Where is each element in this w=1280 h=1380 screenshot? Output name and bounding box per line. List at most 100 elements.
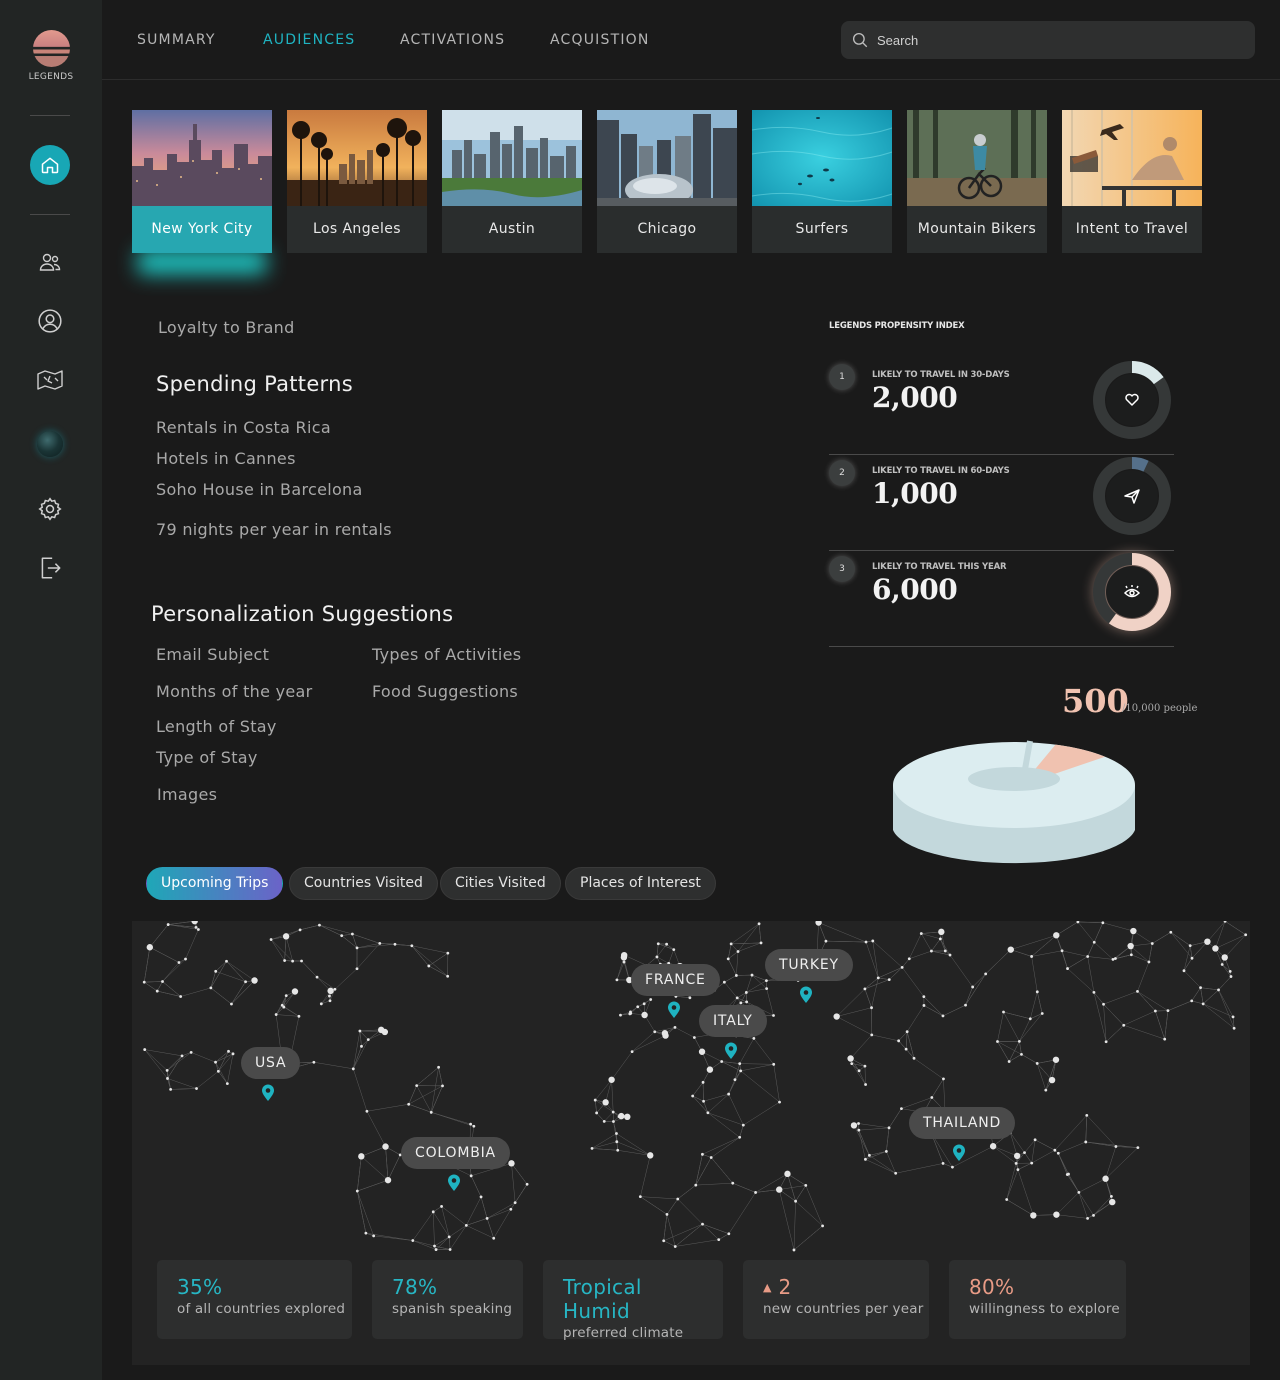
audience-card-surfers[interactable]: Surfers: [752, 110, 892, 253]
settings-icon: [38, 497, 62, 521]
audience-card-los-angeles[interactable]: Los Angeles: [287, 110, 427, 253]
propensity-value: 2,000: [872, 381, 958, 414]
propensity-ring: [1093, 361, 1171, 439]
location-pin-icon[interactable]: [799, 986, 813, 1004]
audience-card-intent-to-travel[interactable]: Intent to Travel: [1062, 110, 1202, 253]
location-pin-icon[interactable]: [724, 1042, 738, 1060]
propensity-label: LIKELY TO TRAVEL IN 30-DAYS: [872, 370, 1010, 380]
propensity-row: 3 LIKELY TO TRAVEL THIS YEAR 6,000: [829, 552, 1174, 647]
tab-activations[interactable]: ACTIVATIONS: [400, 32, 505, 48]
country-label-usa[interactable]: USA: [241, 1047, 301, 1079]
propensity-value: 6,000: [872, 573, 958, 606]
eye-icon: [1123, 585, 1141, 598]
los-angeles-image: [287, 110, 427, 206]
globe-icon: [37, 431, 63, 457]
new-york-image: [132, 110, 272, 206]
nav-audiences-button[interactable]: [33, 245, 67, 279]
loyalty-label: Loyalty to Brand: [158, 318, 295, 337]
nav-settings-button[interactable]: [33, 492, 67, 526]
spending-item: Soho House in Barcelona: [156, 480, 363, 499]
country-label-france[interactable]: FRANCE: [631, 964, 720, 996]
surfers-image: [752, 110, 892, 206]
audience-size-value: 500: [1062, 682, 1129, 720]
nav-home-button[interactable]: [30, 145, 70, 185]
country-label-italy[interactable]: ITALY: [699, 1005, 767, 1037]
personalization-item: Email Subject: [156, 645, 270, 664]
tab-places-of-interest[interactable]: Places of Interest: [565, 867, 716, 900]
trend-up-icon: ▲: [763, 1281, 772, 1294]
location-pin-icon[interactable]: [952, 1144, 966, 1162]
tab-summary[interactable]: SUMMARY: [137, 32, 216, 48]
tab-audiences[interactable]: AUDIENCES: [263, 32, 355, 48]
stat-description: spanish speaking: [392, 1301, 513, 1317]
nights-in-rentals: 79 nights per year in rentals: [156, 520, 392, 539]
nav-logout-button[interactable]: [33, 551, 67, 585]
spending-item: Rentals in Costa Rica: [156, 418, 331, 437]
austin-image: [442, 110, 582, 206]
rank-badge: 2: [829, 460, 855, 486]
personalization-item: Types of Activities: [372, 645, 522, 664]
stat-card: Tropical Humid preferred climate: [543, 1260, 723, 1341]
sidebar-divider: [30, 115, 70, 116]
personalization-heading: Personalization Suggestions: [151, 602, 454, 626]
tab-upcoming-trips[interactable]: Upcoming Trips: [146, 867, 284, 900]
stat-value: 2: [778, 1275, 792, 1299]
search-box: [841, 21, 1255, 59]
personalization-item: Months of the year: [156, 682, 313, 701]
tab-countries-visited[interactable]: Countries Visited: [289, 867, 438, 900]
propensity-ring: [1093, 457, 1171, 535]
nav-globe-button[interactable]: [33, 427, 67, 461]
brand-name: LEGENDS: [28, 72, 74, 82]
audience-label: Intent to Travel: [1075, 221, 1189, 237]
search-input[interactable]: [877, 32, 1237, 48]
stat-card: ▲ 2 new countries per year: [743, 1260, 929, 1339]
personalization-item: Food Suggestions: [372, 682, 519, 701]
propensity-value: 1,000: [872, 477, 958, 510]
stat-value: 78%: [392, 1275, 438, 1299]
location-pin-icon[interactable]: [261, 1084, 275, 1102]
personalization-item: Length of Stay: [156, 717, 277, 736]
rank-badge: 3: [829, 556, 855, 582]
chicago-image: [597, 110, 737, 206]
map-icon: [37, 370, 63, 390]
tab-acquisition[interactable]: ACQUISTION: [550, 32, 650, 48]
propensity-ring: [1093, 553, 1171, 631]
location-pin-icon[interactable]: [447, 1174, 461, 1192]
stat-card: 35% of all countries explored: [157, 1260, 352, 1339]
stat-value: 80%: [969, 1275, 1015, 1299]
mountain-bikers-image: [907, 110, 1047, 206]
country-label-colombia[interactable]: COLOMBIA: [401, 1137, 510, 1169]
legends-logo[interactable]: [33, 30, 70, 67]
propensity-label: LIKELY TO TRAVEL THIS YEAR: [872, 562, 1007, 572]
logout-icon: [41, 557, 61, 579]
stat-description: of all countries explored: [177, 1301, 346, 1317]
stat-description: new countries per year: [763, 1301, 924, 1317]
personalization-item: Type of Stay: [156, 748, 258, 767]
audience-card-austin[interactable]: Austin: [442, 110, 582, 253]
stat-description: preferred climate: [563, 1325, 684, 1341]
top-navigation: SUMMARY AUDIENCES ACTIVATIONS ACQUISTION: [102, 0, 1280, 80]
nav-profile-button[interactable]: [33, 304, 67, 338]
sidebar: LEGENDS: [0, 0, 102, 1380]
audience-label: New York City: [132, 206, 272, 253]
propensity-row: 1 LIKELY TO TRAVEL IN 30-DAYS 2,000: [829, 360, 1174, 455]
audience-card-new-york[interactable]: New York City: [132, 110, 272, 253]
location-pin-icon[interactable]: [667, 1001, 681, 1019]
audience-card-chicago[interactable]: Chicago: [597, 110, 737, 253]
stat-value: Tropical Humid: [563, 1275, 642, 1323]
country-label-thailand[interactable]: THAILAND: [909, 1107, 1016, 1139]
audience-card-mountain-bikers[interactable]: Mountain Bikers: [907, 110, 1047, 253]
nav-map-button[interactable]: [33, 363, 67, 397]
audience-label: Los Angeles: [312, 221, 401, 237]
country-label-turkey[interactable]: TURKEY: [765, 949, 853, 981]
audience-label: Austin: [488, 221, 536, 237]
propensity-title: LEGENDS PROPENSITY INDEX: [829, 321, 965, 331]
stat-card: 78% spanish speaking: [372, 1260, 523, 1339]
tab-cities-visited[interactable]: Cities Visited: [440, 867, 561, 900]
audience-pie-chart: [893, 740, 1135, 864]
stat-description: willingness to explore: [969, 1301, 1120, 1317]
stat-value: 35%: [177, 1275, 223, 1299]
audience-label: Chicago: [637, 221, 697, 237]
spending-patterns-heading: Spending Patterns: [156, 372, 353, 396]
audience-label: Surfers: [795, 221, 849, 237]
